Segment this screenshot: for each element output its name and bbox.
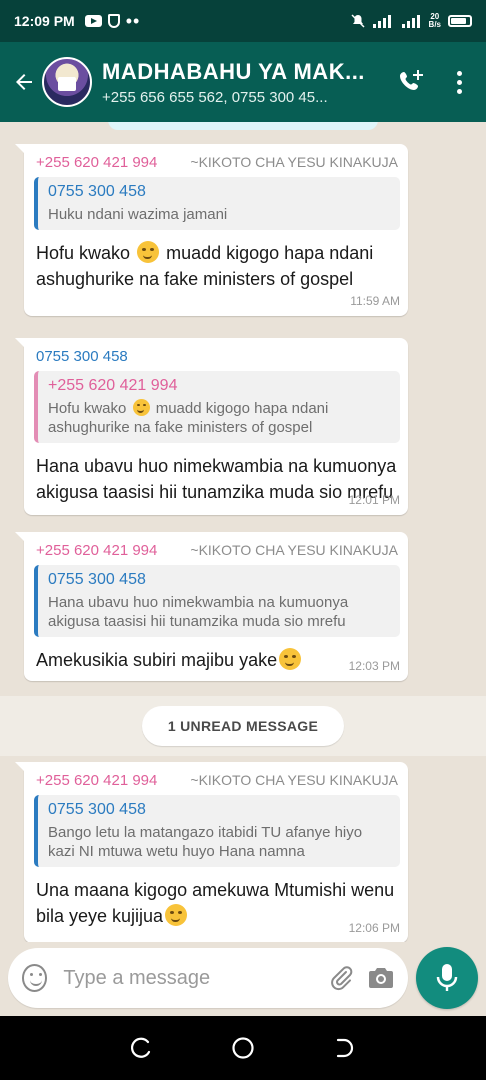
message-text: Hana ubavu huo nimekwambia na kumuonya a… — [36, 456, 397, 502]
paperclip-icon[interactable] — [328, 963, 355, 993]
add-call-icon[interactable] — [392, 62, 432, 102]
message-time: 11:59 AM — [350, 294, 400, 308]
composer-bar — [0, 944, 486, 1014]
signal-2-icon — [401, 15, 420, 28]
message-text-part: Hofu kwako — [36, 243, 131, 263]
chat-title[interactable]: MADHABAHU YA MAK... — [102, 59, 392, 85]
header-text[interactable]: MADHABAHU YA MAK... +255 656 655 562, 07… — [102, 59, 392, 106]
status-time: 12:09 PM — [14, 13, 75, 29]
message-bubble[interactable]: +255 620 421 994 ~KIKOTO CHA YESU KINAKU… — [15, 144, 408, 316]
quoted-message[interactable]: +255 620 421 994 Hofu kwako muadd kigogo… — [34, 371, 400, 443]
message-bubble[interactable]: 0755 300 458 +255 620 421 994 Hofu kwako… — [15, 338, 408, 515]
status-left-icons: •• — [84, 11, 141, 31]
nav-back-icon[interactable] — [331, 1034, 359, 1062]
message-text: Hofu kwako muadd kigogo hapa ndani ashug… — [34, 238, 400, 292]
chat-subtitle[interactable]: +255 656 655 562, 0755 300 45... — [102, 89, 392, 106]
mute-icon — [351, 14, 365, 28]
sender-push-name: ~KIKOTO CHA YESU KINAKUJA — [190, 772, 398, 788]
sender-line: 0755 300 458 — [34, 344, 400, 371]
unread-divider: 1 UNREAD MESSAGE — [0, 696, 486, 756]
network-speed: 20 B/s — [429, 13, 441, 29]
youtube-icon — [84, 15, 102, 27]
home-icon[interactable] — [229, 1034, 257, 1062]
sender-number[interactable]: +255 620 421 994 — [36, 542, 157, 559]
composer-box[interactable] — [8, 948, 408, 1008]
signal-1-icon — [372, 15, 391, 28]
status-bar: 12:09 PM •• 20 B/s — [0, 0, 486, 42]
quote-text: Huku ndani wazima jamani — [48, 206, 228, 223]
message-text-part: Amekusikia subiri majibu yake — [36, 650, 278, 670]
sender-number[interactable]: +255 620 421 994 — [36, 772, 157, 789]
thinking-face-icon — [165, 904, 188, 926]
sender-line: +255 620 421 994 ~KIKOTO CHA YESU KINAKU… — [34, 768, 400, 795]
battery-icon — [448, 15, 472, 27]
sender-number[interactable]: +255 620 421 994 — [36, 154, 157, 171]
back-arrow-icon[interactable] — [6, 62, 42, 102]
message-bubble[interactable]: +255 620 421 994 ~KIKOTO CHA YESU KINAKU… — [15, 762, 408, 942]
sender-push-name: ~KIKOTO CHA YESU KINAKUJA — [190, 542, 398, 558]
quote-text: Hana ubavu huo nimekwambia na kumuonya a… — [48, 594, 349, 630]
chat-area[interactable]: +255 620 421 994 ~KIKOTO CHA YESU KINAKU… — [0, 122, 486, 942]
message-input[interactable] — [63, 966, 329, 990]
more-notifications-icon: •• — [125, 11, 141, 31]
previous-message-bubble[interactable] — [108, 122, 378, 130]
sender-number[interactable]: 0755 300 458 — [36, 348, 128, 365]
thinking-face-icon — [132, 399, 150, 416]
quote-author: 0755 300 458 — [48, 801, 146, 818]
mic-icon — [436, 964, 458, 991]
quote-author: 0755 300 458 — [48, 571, 146, 588]
message-text-part: Una maana kigogo amekuwa Mtumishi wenu b… — [36, 880, 395, 926]
thinking-face-icon — [137, 241, 160, 263]
emoji-icon[interactable] — [22, 964, 48, 992]
recents-icon[interactable] — [127, 1034, 155, 1062]
system-nav-bar — [0, 1016, 486, 1080]
sender-line: +255 620 421 994 ~KIKOTO CHA YESU KINAKU… — [34, 150, 400, 177]
quote-text-part: Hofu kwako — [48, 400, 127, 417]
sender-line: +255 620 421 994 ~KIKOTO CHA YESU KINAKU… — [34, 538, 400, 565]
quoted-message[interactable]: 0755 300 458 Bango letu la matangazo ita… — [34, 795, 400, 867]
quoted-message[interactable]: 0755 300 458 Hana ubavu huo nimekwambia … — [34, 565, 400, 637]
message-bubble[interactable]: +255 620 421 994 ~KIKOTO CHA YESU KINAKU… — [15, 532, 408, 681]
network-speed-unit: B/s — [428, 20, 441, 29]
quote-author: +255 620 421 994 — [48, 377, 178, 394]
sender-push-name: ~KIKOTO CHA YESU KINAKUJA — [190, 154, 398, 170]
mic-button[interactable] — [416, 947, 478, 1009]
thinking-face-icon — [279, 648, 302, 670]
unread-label: 1 UNREAD MESSAGE — [141, 706, 345, 746]
quote-text: Hofu kwako muadd kigogo hapa ndani ashug… — [48, 399, 390, 437]
quote-text: Bango letu la matangazo itabidi TU afany… — [48, 824, 363, 860]
camera-icon[interactable] — [367, 963, 394, 993]
shield-icon — [107, 14, 120, 28]
battery-fill — [451, 18, 467, 24]
group-avatar[interactable] — [42, 57, 92, 107]
more-vert-icon[interactable] — [444, 62, 474, 102]
status-right-icons: 20 B/s — [350, 13, 472, 29]
quoted-message[interactable]: 0755 300 458 Huku ndani wazima jamani — [34, 177, 400, 230]
quote-author: 0755 300 458 — [48, 183, 146, 200]
chat-header: MADHABAHU YA MAK... +255 656 655 562, 07… — [0, 42, 486, 122]
